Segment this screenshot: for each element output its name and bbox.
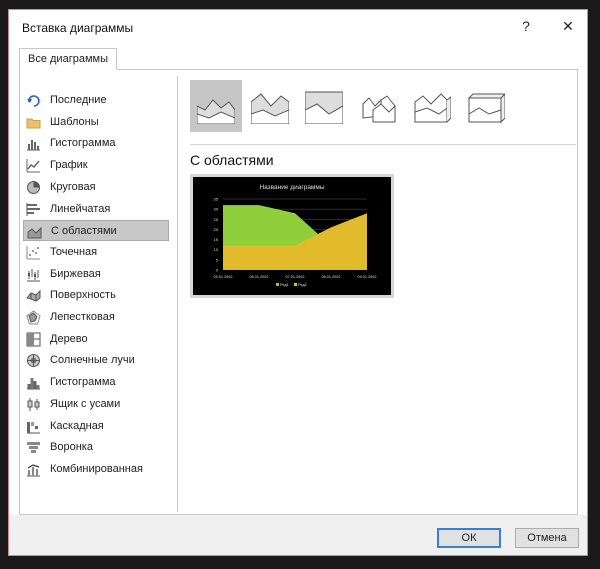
chart-type-label: Круговая: [50, 180, 96, 193]
preview-chart-svg: Название диаграммы0510152025303505.01.20…: [193, 177, 391, 295]
chart-type-item[interactable]: Лепестковая: [23, 307, 169, 328]
3d-area-subtype-icon[interactable]: [352, 80, 404, 132]
chart-type-item[interactable]: Шаблоны: [23, 112, 169, 133]
sunburst-chart-icon: [26, 353, 41, 368]
chart-type-label: Последние: [50, 94, 107, 106]
histogram-chart-icon: [26, 375, 41, 390]
dialog-footer: ОК Отмена: [9, 515, 587, 555]
chart-preview[interactable]: Название диаграммы 0 5 10 15 20 25 30 35 05.01.20…: [190, 174, 394, 298]
chart-type-label: Комбинированная: [50, 462, 143, 475]
close-button[interactable]: ✕: [554, 14, 582, 38]
treemap-chart-icon: [26, 332, 41, 347]
chart-type-item[interactable]: Каскадная: [23, 416, 169, 437]
3d-percent-stacked-area-subtype-icon[interactable]: [460, 80, 512, 132]
chart-subtype-row: [190, 80, 520, 134]
chart-type-label: Гистограмма: [50, 376, 116, 389]
chart-type-item[interactable]: Солнечные лучи: [23, 350, 169, 371]
chart-type-item[interactable]: Последние: [23, 90, 169, 111]
line-chart-icon: [26, 158, 41, 173]
chart-type-item[interactable]: Круговая: [23, 177, 169, 198]
chart-type-label: Воронка: [50, 441, 93, 454]
preview-y-tick-label: 20: [214, 227, 219, 232]
title-bar: Вставка диаграммы ? ✕: [9, 10, 587, 44]
horizontal-divider: [190, 144, 576, 145]
preview-y-tick-label: 10: [214, 247, 219, 252]
chart-type-label: Ящик с усами: [50, 397, 121, 410]
tab-strip: Все диаграммы: [9, 48, 587, 70]
column-chart-icon: [26, 136, 41, 151]
ok-button[interactable]: ОК: [437, 528, 501, 548]
chart-type-item[interactable]: Биржевая: [23, 264, 169, 285]
box-whisker-chart-icon: [26, 397, 41, 412]
chart-type-label: Поверхность: [50, 289, 116, 302]
3d-stacked-area-subtype-icon[interactable]: [406, 80, 458, 132]
pie-chart-icon: [26, 180, 41, 195]
preview-legend-label: Ряд1: [280, 283, 289, 287]
insert-chart-dialog: Вставка диаграммы ? ✕ Все диаграммы Посл…: [8, 9, 588, 556]
chart-type-item[interactable]: Гистограмма: [23, 372, 169, 393]
preview-y-tick-label: 35: [214, 197, 219, 202]
chart-type-label: Солнечные лучи: [50, 354, 135, 367]
chart-type-label: Точечная: [50, 245, 98, 258]
recent-icon: [26, 93, 41, 108]
chart-type-item[interactable]: Линейчатая: [23, 199, 169, 220]
vertical-divider: [177, 76, 178, 512]
surface-chart-icon: [26, 288, 41, 303]
chart-type-label: Шаблоны: [50, 115, 99, 128]
waterfall-chart-icon: [26, 419, 41, 434]
folder-icon: [26, 115, 41, 130]
preview-x-tick-label: 09.01.2002: [357, 275, 376, 279]
help-button[interactable]: ?: [512, 14, 540, 38]
chart-type-item[interactable]: Комбинированная: [23, 459, 169, 480]
chart-type-item[interactable]: Дерево: [23, 329, 169, 350]
chart-type-item[interactable]: Поверхность: [23, 285, 169, 306]
scatter-chart-icon: [26, 245, 41, 260]
chart-type-item[interactable]: Гистограмма: [23, 133, 169, 154]
preview-x-tick-label: 06.01.2002: [249, 275, 268, 279]
preview-x-tick-label: 07.01.2002: [285, 275, 304, 279]
chart-type-item[interactable]: С областями: [23, 220, 169, 242]
chart-type-label: Каскадная: [50, 419, 104, 432]
chart-type-label: Лепестковая: [50, 311, 115, 323]
chart-type-item[interactable]: Воронка: [23, 437, 169, 458]
area-chart-icon: [27, 224, 42, 239]
funnel-chart-icon: [26, 440, 41, 455]
chart-type-label: Биржевая: [50, 267, 101, 280]
radar-chart-icon: [26, 310, 41, 325]
cancel-button[interactable]: Отмена: [515, 528, 579, 548]
preview-legend-swatch: [276, 283, 279, 286]
chart-type-label: График: [50, 159, 88, 172]
chart-type-item[interactable]: График: [23, 155, 169, 176]
chart-type-list: Последние Шаблоны Гистограмма График Кругова…: [20, 80, 170, 500]
preview-y-tick-label: 30: [214, 207, 219, 212]
combo-chart-icon: [26, 462, 41, 477]
preview-y-tick-label: 15: [214, 237, 219, 242]
preview-chart-title: Название диаграммы: [259, 184, 324, 191]
stock-chart-icon: [26, 267, 41, 282]
preview-x-tick-label: 08.01.2002: [321, 275, 340, 279]
stacked-area-subtype-icon[interactable]: [244, 80, 296, 132]
preview-x-tick-label: 05.01.2002: [213, 275, 232, 279]
bar-chart-icon: [26, 202, 41, 217]
chart-type-label: Линейчатая: [50, 202, 111, 215]
chart-type-label: С областями: [51, 225, 117, 238]
chart-type-item[interactable]: Ящик с усами: [23, 394, 169, 415]
chart-type-label: Дерево: [50, 332, 88, 345]
dialog-title: Вставка диаграммы: [22, 21, 134, 35]
percent-stacked-area-subtype-icon[interactable]: [298, 80, 350, 132]
area-subtype-icon[interactable]: [190, 80, 242, 132]
tab-content: Последние Шаблоны Гистограмма График Кругова…: [19, 69, 578, 515]
section-title: С областями: [190, 152, 274, 168]
tab-all-charts[interactable]: Все диаграммы: [19, 48, 117, 70]
preview-y-tick-label: 25: [214, 217, 219, 222]
preview-legend-swatch: [294, 283, 297, 286]
preview-legend-label: Ряд2: [298, 283, 307, 287]
chart-type-item[interactable]: Точечная: [23, 242, 169, 263]
chart-type-label: Гистограмма: [50, 137, 116, 150]
